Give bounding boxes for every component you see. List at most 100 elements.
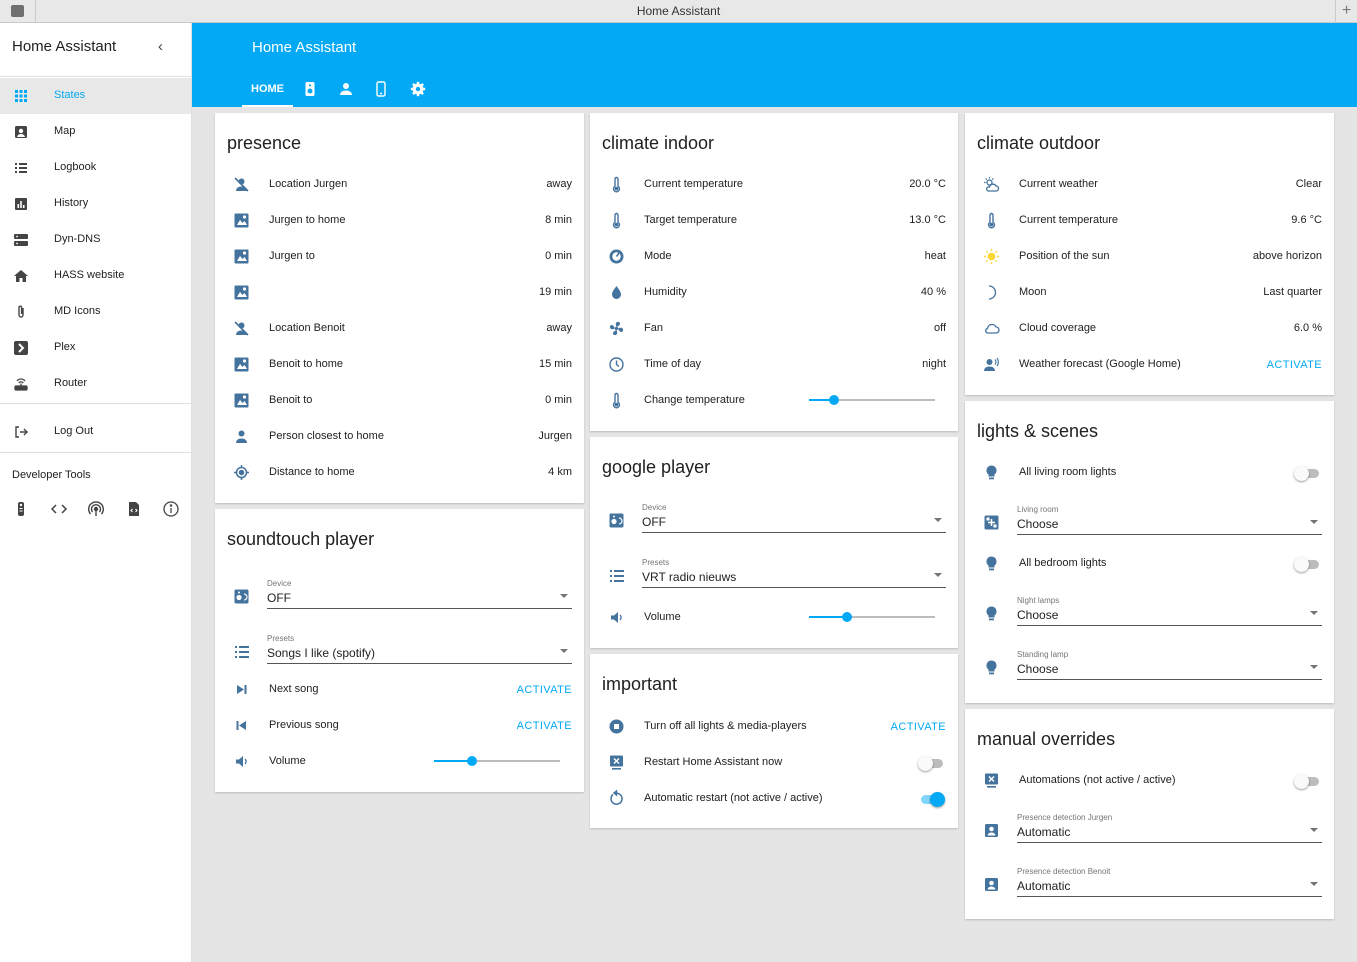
entity-row[interactable]: Position of the sun above horizon [965, 238, 1334, 274]
code-icon[interactable] [50, 500, 68, 518]
restart-icon [608, 790, 625, 807]
sidebar-item-map[interactable]: Map [0, 114, 191, 150]
presence-jurgen-select[interactable]: Presence detection Jurgen Automatic [965, 808, 1334, 854]
info-icon[interactable] [162, 500, 180, 518]
dropdown-arrow-icon [1310, 882, 1318, 886]
entity-state: above horizon [1252, 250, 1322, 262]
entity-name: Jurgen to home [269, 214, 346, 226]
activate-button[interactable]: ACTIVATE [891, 721, 946, 733]
device-select[interactable]: Device OFF [590, 498, 958, 544]
new-tab-button[interactable]: + [1335, 0, 1357, 22]
entity-row[interactable]: Jurgen to home 8 min [215, 202, 584, 238]
slider-thumb[interactable] [466, 756, 477, 766]
list-icon [608, 567, 625, 584]
sidebar-item-log-out[interactable]: Log Out [0, 414, 191, 450]
access-point-icon[interactable] [87, 500, 105, 518]
entity-state: Clear [1295, 178, 1322, 190]
restart-box-icon [608, 754, 625, 771]
entity-row[interactable]: Cloud coverage 6.0 % [965, 310, 1334, 346]
entity-row[interactable]: Location Benoit away [215, 310, 584, 346]
entity-row[interactable]: Current temperature 20.0 °C [590, 166, 958, 202]
entity-name: Jurgen to [269, 250, 315, 262]
presence-benoit-select[interactable]: Presence detection Benoit Automatic [965, 862, 1334, 908]
sidebar-item-plex[interactable]: Plex [0, 330, 191, 366]
entity-row[interactable]: Humidity 40 % [590, 274, 958, 310]
entity-row: Turn off all lights & media-players ACTI… [590, 708, 958, 744]
night-lamps-select[interactable]: Night lamps Choose [965, 591, 1334, 637]
sidebar-item-states[interactable]: States [0, 78, 191, 114]
map-marker-icon [233, 284, 250, 301]
select-underline [1017, 679, 1322, 680]
toggle-switch[interactable] [1294, 774, 1320, 789]
lightbulb-icon [983, 555, 1000, 572]
select-underline [1017, 625, 1322, 626]
list-icon [233, 643, 250, 660]
card-title: climate outdoor [977, 133, 1101, 153]
sidebar-item-router[interactable]: Router [0, 366, 191, 402]
entity-state: Jurgen [538, 430, 572, 442]
entity-row[interactable]: Current weather Clear [965, 166, 1334, 202]
remote-icon[interactable] [12, 500, 30, 518]
card-soundtouch-player: soundtouch player Device OFF Presets Son… [215, 509, 584, 792]
tab-home[interactable]: HOME [242, 73, 293, 107]
volume-slider[interactable] [434, 756, 560, 766]
entity-row[interactable]: Fan off [590, 310, 958, 346]
tab-phone[interactable] [365, 73, 397, 107]
living-room-select[interactable]: Living room Choose [965, 500, 1334, 546]
tab-person[interactable] [330, 73, 362, 107]
sidebar-item-label: Dyn-DNS [54, 233, 101, 245]
sidebar-item-dyn-dns[interactable]: Dyn-DNS [0, 222, 191, 258]
entity-row[interactable]: Mode heat [590, 238, 958, 274]
entity-row[interactable]: Time of day night [590, 346, 958, 382]
tab-speaker[interactable] [294, 73, 326, 107]
volume-icon [608, 609, 625, 626]
chevron-left-icon[interactable]: ‹ [158, 38, 163, 55]
activate-button[interactable]: ACTIVATE [517, 684, 572, 696]
select-underline [267, 608, 572, 609]
sidebar: Home Assistant ‹ States Map Logbook Hist… [0, 23, 192, 962]
activate-button[interactable]: ACTIVATE [1267, 359, 1322, 371]
entity-state: night [922, 358, 946, 370]
entity-row[interactable]: 19 min [215, 274, 584, 310]
card-presence: presence Location Jurgen away Jurgen to … [215, 113, 584, 503]
lightbulb-icon [983, 464, 1000, 481]
sidebar-item-md-icons[interactable]: MD Icons [0, 294, 191, 330]
tab-settings[interactable] [402, 73, 434, 107]
entity-row[interactable]: Benoit to 0 min [215, 382, 584, 418]
crosshairs-gps-icon [233, 464, 250, 481]
grid-icon [13, 88, 29, 104]
sidebar-item-logbook[interactable]: Logbook [0, 150, 191, 186]
exit-icon [13, 424, 29, 440]
toggle-switch[interactable] [1294, 466, 1320, 481]
entity-row[interactable]: Current temperature 9.6 °C [965, 202, 1334, 238]
entity-name: Mode [644, 250, 672, 262]
toggle-knob [918, 756, 933, 771]
entity-row[interactable]: Target temperature 13.0 °C [590, 202, 958, 238]
toggle-switch[interactable] [1294, 557, 1320, 572]
temperature-slider[interactable] [809, 395, 935, 405]
slider-thumb[interactable] [841, 612, 852, 622]
entity-row[interactable]: Moon Last quarter [965, 274, 1334, 310]
sidebar-item-history[interactable]: History [0, 186, 191, 222]
select-label: Presets [267, 634, 295, 643]
activate-button[interactable]: ACTIVATE [517, 720, 572, 732]
standing-lamp-select[interactable]: Standing lamp Choose [965, 645, 1334, 691]
entity-row[interactable]: Benoit to home 15 min [215, 346, 584, 382]
sidebar-item-label: History [54, 197, 89, 209]
presets-select[interactable]: Presets Songs I like (spotify) [215, 629, 584, 675]
toggle-switch[interactable] [918, 792, 945, 807]
toggle-switch[interactable] [918, 756, 944, 771]
window-titlebar: Home Assistant + [0, 0, 1357, 23]
file-code-icon[interactable] [125, 500, 143, 518]
entity-row[interactable]: Distance to home 4 km [215, 454, 584, 490]
slider-thumb[interactable] [829, 395, 840, 405]
entity-row[interactable]: Location Jurgen away [215, 166, 584, 202]
device-select[interactable]: Device OFF [215, 574, 584, 620]
entity-row[interactable]: Jurgen to 0 min [215, 238, 584, 274]
sidebar-item-hass-website[interactable]: HASS website [0, 258, 191, 294]
gauge-icon [608, 248, 625, 265]
entity-row: Previous song ACTIVATE [215, 707, 584, 743]
presets-select[interactable]: Presets VRT radio nieuws [590, 553, 958, 599]
volume-slider[interactable] [809, 612, 935, 622]
entity-row[interactable]: Person closest to home Jurgen [215, 418, 584, 454]
